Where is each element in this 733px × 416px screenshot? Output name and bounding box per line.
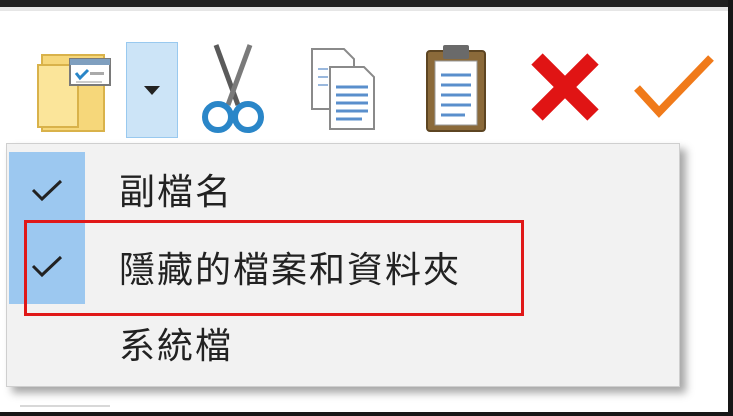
copy-icon <box>311 48 375 130</box>
menu-item-label: 副檔名 <box>119 172 234 213</box>
ribbon-top-border <box>0 7 733 11</box>
checkmark-icon <box>634 55 714 118</box>
clipboard-icon <box>426 45 486 132</box>
show-hide-dropdown-arrow[interactable] <box>126 42 178 138</box>
ribbon-toolbar <box>0 34 728 140</box>
paste-button[interactable] <box>418 34 494 140</box>
copy-button[interactable] <box>298 34 386 140</box>
delete-x-icon <box>531 53 599 121</box>
highlight-box <box>24 220 524 316</box>
window-edge-right <box>728 0 733 416</box>
window-edge-bottom <box>0 412 733 416</box>
scissors-icon <box>202 44 264 133</box>
show-hide-split-button[interactable] <box>28 34 124 140</box>
rename-button[interactable] <box>626 34 722 140</box>
title-bar-strip <box>0 0 733 7</box>
checkmark-icon <box>31 179 63 202</box>
menu-item-file-extensions[interactable]: 副檔名 <box>7 150 679 228</box>
divider <box>20 405 110 407</box>
delete-button[interactable] <box>520 34 610 140</box>
check-cell <box>9 152 85 228</box>
folder-options-icon <box>37 54 111 132</box>
chevron-down-icon <box>144 86 160 95</box>
cut-button[interactable] <box>196 34 270 140</box>
explorer-window: 副檔名 隱藏的檔案和資料夾 系統檔 <box>0 0 733 416</box>
